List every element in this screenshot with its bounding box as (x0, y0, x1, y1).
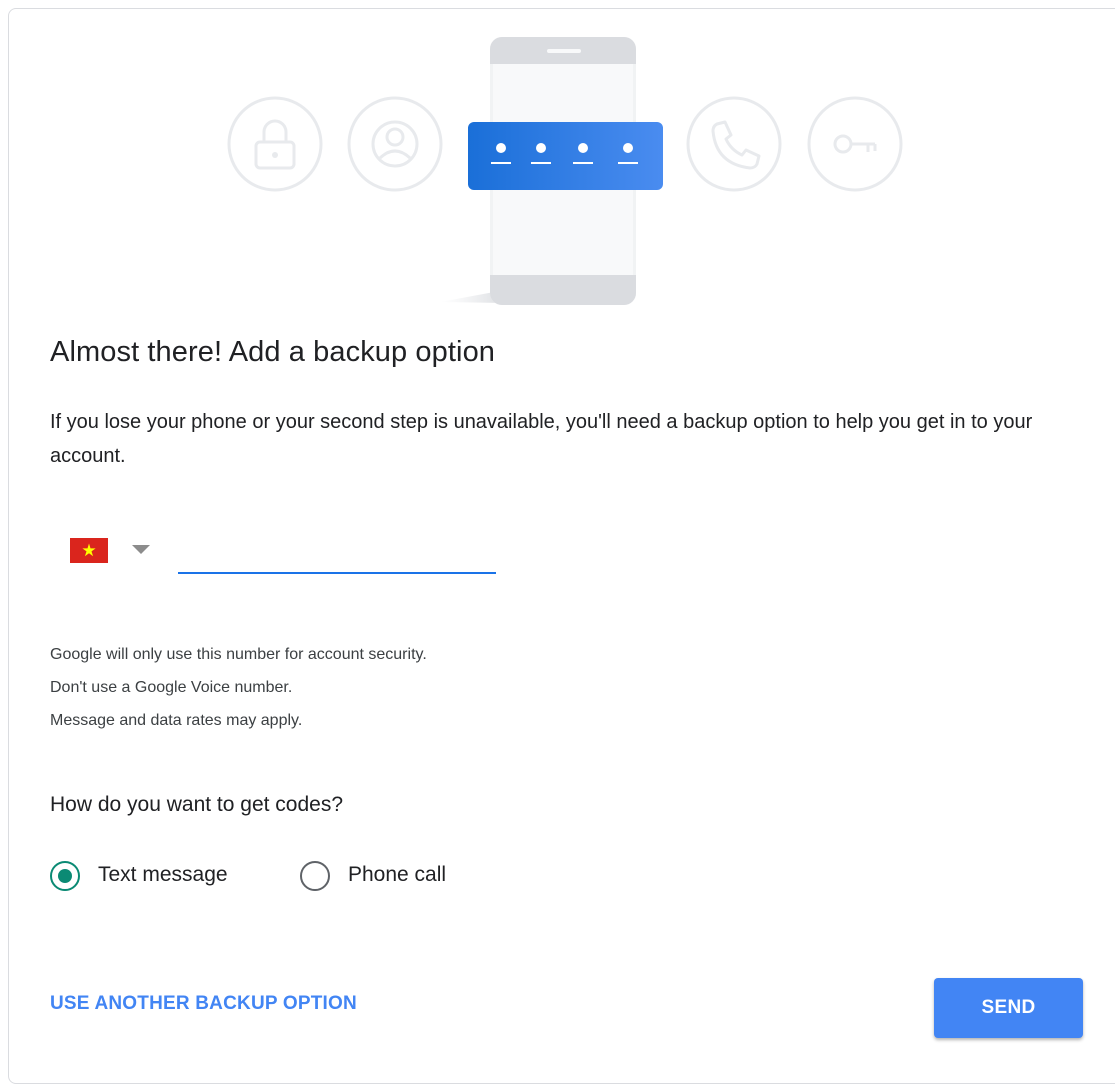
page-title: Almost there! Add a backup option (50, 336, 496, 368)
page-description: If you lose your phone or your second st… (50, 411, 1033, 467)
codes-question: How do you want to get codes? (50, 793, 344, 816)
note-google-voice: Don't use a Google Voice number. (50, 679, 293, 696)
send-button[interactable]: SEND (934, 978, 1083, 1038)
radio-unselected-icon[interactable] (300, 861, 330, 891)
account-icon (347, 96, 443, 192)
radio-label-text-message: Text message (98, 863, 228, 886)
lock-icon (227, 96, 323, 192)
radio-label-phone-call: Phone call (348, 863, 447, 886)
country-code-select[interactable] (64, 531, 164, 571)
note-rates: Message and data rates may apply. (50, 712, 303, 729)
vietnam-flag-icon (70, 538, 108, 563)
hero-illustration (227, 37, 903, 305)
key-icon (807, 96, 903, 192)
radio-phone-call[interactable]: Phone call (300, 859, 446, 893)
verification-code-icon (468, 122, 663, 190)
use-another-backup-option-button[interactable]: USE ANOTHER BACKUP OPTION (50, 993, 357, 1015)
phone-call-icon (686, 96, 782, 192)
chevron-down-icon (132, 545, 150, 554)
phone-number-input[interactable] (178, 536, 496, 574)
note-security: Google will only use this number for acc… (50, 646, 427, 663)
radio-selected-icon[interactable] (50, 861, 80, 891)
phone-notes: Google will only use this number for acc… (50, 642, 427, 741)
radio-text-message[interactable]: Text message (50, 859, 228, 893)
